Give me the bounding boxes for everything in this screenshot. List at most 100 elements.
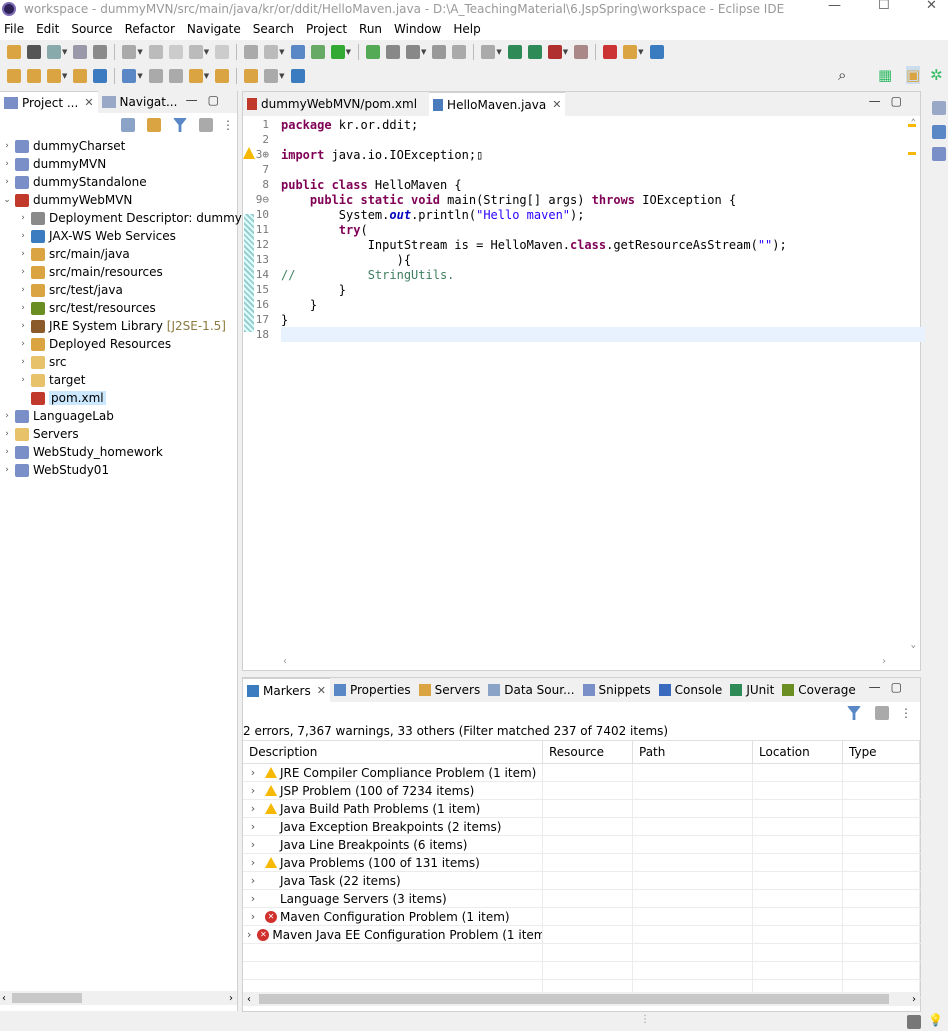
- step-into-icon[interactable]: [215, 45, 230, 59]
- tab-project-explorer[interactable]: Project ... ✕: [0, 91, 98, 113]
- tree-item[interactable]: › WebStudy01: [0, 461, 238, 479]
- coverage-icon[interactable]: [574, 45, 589, 59]
- scrollbar-thumb[interactable]: [12, 993, 82, 1003]
- menu-project[interactable]: Project: [306, 22, 347, 36]
- menu-source[interactable]: Source: [71, 22, 112, 36]
- tree-item[interactable]: › dummyMVN: [0, 155, 238, 173]
- menu-help[interactable]: Help: [453, 22, 480, 36]
- marker-row[interactable]: › Java Problems (100 of 131 items): [243, 854, 922, 872]
- markers-horizontal-scrollbar[interactable]: ‹ ›: [243, 992, 920, 1006]
- external-tools-icon[interactable]: [603, 45, 618, 59]
- prev-annotation-icon[interactable]: [168, 69, 183, 83]
- suspend-icon[interactable]: [148, 45, 163, 59]
- expand-arrow-icon[interactable]: ›: [18, 357, 28, 367]
- menu-navigate[interactable]: Navigate: [187, 22, 241, 36]
- collapse-all-icon[interactable]: [121, 118, 135, 132]
- column-header-description[interactable]: Description: [243, 741, 543, 763]
- column-header-location[interactable]: Location: [753, 741, 843, 763]
- expand-arrow-icon[interactable]: ›: [247, 910, 259, 923]
- marker-row[interactable]: › ✕ Maven Java EE Configuration Problem (1…: [243, 926, 922, 944]
- next-annotation-icon[interactable]: [148, 69, 163, 83]
- dropdown-arrow-icon[interactable]: ▼: [638, 48, 643, 56]
- code-line[interactable]: 7: [243, 162, 893, 177]
- step-return-icon[interactable]: [264, 45, 279, 59]
- hierarchy-icon[interactable]: [932, 125, 946, 139]
- code-line[interactable]: 10 System.out.println("Hello maven");: [243, 207, 893, 222]
- overview-warning-mark[interactable]: [908, 124, 916, 127]
- expand-arrow-icon[interactable]: ›: [18, 213, 28, 223]
- globe-icon[interactable]: [93, 69, 108, 83]
- expand-arrow-icon[interactable]: ›: [2, 177, 12, 187]
- progress-icon[interactable]: [907, 1015, 921, 1029]
- pin-icon[interactable]: [93, 45, 108, 59]
- minimize-maximize-icons[interactable]: —▢: [186, 93, 229, 107]
- menu-search[interactable]: Search: [253, 22, 294, 36]
- expand-arrow-icon[interactable]: ›: [18, 375, 28, 385]
- tab-hellomaven-java[interactable]: HelloMaven.java ✕: [429, 92, 566, 116]
- marker-row[interactable]: › JRE Compiler Compliance Problem (1 item…: [243, 764, 922, 782]
- close-icon[interactable]: ✕: [84, 96, 93, 109]
- debug-icon[interactable]: [481, 45, 496, 59]
- filter-icon[interactable]: [847, 706, 861, 720]
- tree-item[interactable]: › src/main/resources: [0, 263, 238, 281]
- menu-window[interactable]: Window: [394, 22, 441, 36]
- tab-snippets[interactable]: Snippets: [579, 678, 655, 702]
- run-as-icon[interactable]: [527, 45, 542, 59]
- toggle-breakpoint-icon[interactable]: [330, 45, 345, 59]
- tree-horizontal-scrollbar[interactable]: ‹ ›: [0, 991, 237, 1005]
- marker-row[interactable]: › Java Exception Breakpoints (2 items): [243, 818, 922, 836]
- column-header-resource[interactable]: Resource: [543, 741, 633, 763]
- new-class-icon[interactable]: [405, 45, 420, 59]
- dropdown-arrow-icon[interactable]: ▼: [421, 48, 426, 56]
- tree-item[interactable]: › target: [0, 371, 238, 389]
- minimize-button[interactable]: —: [828, 0, 841, 13]
- tree-item[interactable]: › JRE System Library [J2SE-1.5]: [0, 317, 238, 335]
- step-over-icon[interactable]: [244, 45, 259, 59]
- dropdown-arrow-icon[interactable]: ▼: [137, 48, 142, 56]
- dropdown-arrow-icon[interactable]: ▼: [279, 72, 284, 80]
- open-folder-icon[interactable]: [27, 69, 41, 83]
- close-icon[interactable]: ✕: [317, 684, 326, 697]
- expand-arrow-icon[interactable]: ›: [247, 892, 259, 905]
- open-file-icon[interactable]: [73, 69, 88, 83]
- menu-run[interactable]: Run: [359, 22, 382, 36]
- terminate-icon[interactable]: [168, 45, 183, 59]
- tree-item[interactable]: › WebStudy_homework: [0, 443, 238, 461]
- menu-file[interactable]: File: [4, 22, 24, 36]
- tree-item[interactable]: › dummyStandalone: [0, 173, 238, 191]
- expand-arrow-icon[interactable]: ›: [18, 267, 28, 277]
- tree-item[interactable]: › src/main/java: [0, 245, 238, 263]
- perspective-open-icon[interactable]: ▦: [878, 66, 892, 84]
- code-line[interactable]: 11 try(: [243, 222, 893, 237]
- tab-data-sour[interactable]: Data Sour...: [484, 678, 578, 702]
- skip-breakpoints-icon[interactable]: [310, 45, 325, 59]
- code-line[interactable]: 16 }: [243, 297, 893, 312]
- expand-arrow-icon[interactable]: ›: [18, 339, 28, 349]
- column-header-path[interactable]: Path: [633, 741, 753, 763]
- code-line[interactable]: 12 InputStream is = HelloMaven.class.get…: [243, 237, 893, 252]
- new-server-icon[interactable]: [623, 45, 638, 59]
- focus-icon[interactable]: [875, 706, 889, 720]
- expand-arrow-icon[interactable]: ›: [2, 141, 12, 151]
- expand-arrow-icon[interactable]: ›: [2, 447, 12, 457]
- marker-row[interactable]: › Language Servers (3 items): [243, 890, 922, 908]
- pin-editor-icon[interactable]: [290, 69, 305, 83]
- expand-arrow-icon[interactable]: ›: [247, 856, 259, 869]
- tab-coverage[interactable]: Coverage: [778, 678, 860, 702]
- tree-item[interactable]: › JAX-WS Web Services: [0, 227, 238, 245]
- view-menu-icon[interactable]: ⋮: [900, 706, 912, 720]
- web-browser-icon[interactable]: [649, 45, 664, 59]
- expand-arrow-icon[interactable]: ›: [247, 766, 259, 779]
- dropdown-arrow-icon[interactable]: ▼: [62, 48, 67, 56]
- open-type-icon[interactable]: [432, 45, 447, 59]
- expand-arrow-icon[interactable]: ›: [18, 321, 28, 331]
- expand-arrow-icon[interactable]: ›: [247, 820, 259, 833]
- tab-junit[interactable]: JUnit: [726, 678, 778, 702]
- code-line[interactable]: 14 // StringUtils.: [243, 267, 893, 282]
- dropdown-arrow-icon[interactable]: ▼: [62, 72, 67, 80]
- marker-row[interactable]: › Java Build Path Problems (1 item): [243, 800, 922, 818]
- disconnect-icon[interactable]: [188, 45, 203, 59]
- tab-markers[interactable]: Markers ✕: [243, 678, 330, 702]
- maximize-button[interactable]: ☐: [878, 0, 890, 13]
- new-icon[interactable]: [7, 45, 21, 59]
